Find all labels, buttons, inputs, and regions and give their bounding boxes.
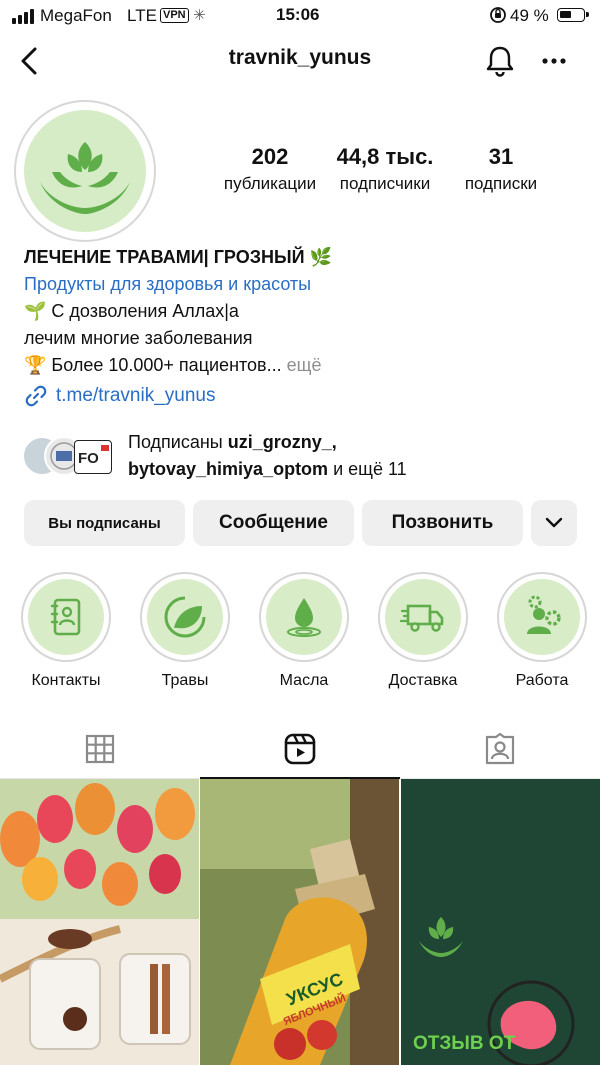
- following-count[interactable]: 31 подписки: [446, 144, 556, 194]
- message-button[interactable]: Сообщение: [193, 500, 354, 546]
- posts-count-value: 202: [251, 144, 289, 169]
- bio-line: 🏆 Более 10.000+ пациентов... ещё: [24, 352, 321, 379]
- posts-count-label: публикации: [223, 174, 317, 193]
- contacts-icon: [50, 598, 81, 636]
- orientation-lock-icon: [489, 6, 507, 29]
- review-post-image: ОТЗЫВ ОТ: [401, 779, 600, 1065]
- post-review-text: ОТЗЫВ ОТ: [413, 1033, 516, 1054]
- followed-by-user: uzi_grozny_,: [227, 432, 337, 452]
- highlight-label: Доставка: [388, 672, 458, 689]
- highlight-delivery[interactable]: Доставка: [363, 572, 483, 690]
- tagged-icon: [485, 733, 515, 765]
- battery-percent: 49 %: [510, 6, 549, 25]
- worker-gear-icon: [527, 595, 561, 634]
- call-button[interactable]: Позвонить: [362, 500, 523, 546]
- profile-link[interactable]: t.me/travnik_yunus: [24, 384, 215, 408]
- post-thumbnail[interactable]: УКСУС ЯБЛОЧНЫЙ: [200, 779, 399, 1065]
- bell-icon: [486, 46, 514, 77]
- followers-count-value: 44,8 тыс.: [336, 144, 434, 169]
- leaf-icon: [164, 596, 206, 638]
- loading-icon: ✳: [193, 7, 206, 24]
- followed-by-user: bytovay_himiya_optom: [128, 459, 329, 479]
- grid-icon: [85, 734, 115, 764]
- status-time: 15:06: [276, 5, 320, 24]
- truck-icon: [399, 604, 444, 632]
- reels-icon: [284, 733, 316, 765]
- highlight-work[interactable]: Работа: [482, 572, 600, 690]
- profile-name: ЛЕЧЕНИЕ ТРАВАМИ| ГРОЗНЫЙ 🌿: [24, 247, 332, 267]
- followers-count-label: подписчики: [339, 174, 431, 193]
- bio-line: лечим многие заболевания: [24, 328, 253, 348]
- more-options-button[interactable]: [540, 50, 570, 72]
- post-thumbnail[interactable]: ОТЗЫВ ОТ: [401, 779, 600, 1065]
- notifications-button[interactable]: [484, 44, 516, 78]
- avatar: FO: [74, 440, 112, 474]
- tea-photo-image: [0, 779, 199, 1065]
- profile-tabs: [0, 720, 600, 779]
- followed-by-suffix: и ещё 11: [328, 459, 407, 479]
- profile-category: Продукты для здоровья и красоты: [24, 274, 312, 294]
- followed-by-prefix: Подписаны: [128, 432, 228, 452]
- followed-by-avatars[interactable]: FO: [22, 436, 122, 476]
- chevron-down-icon: [545, 517, 563, 528]
- followed-by-text[interactable]: Подписаны uzi_grozny_, bytovay_himiya_op…: [128, 429, 407, 483]
- followers-count[interactable]: 44,8 тыс. подписчики: [329, 144, 441, 194]
- brand-logo-icon: [40, 142, 130, 214]
- highlight-contacts[interactable]: Контакты: [6, 572, 126, 690]
- highlight-label: Масла: [279, 672, 329, 689]
- more-icon: [542, 58, 566, 64]
- following-count-value: 31: [488, 144, 514, 169]
- status-bar: MegaFon LTE VPN ✳ 15:06 49 %: [0, 0, 600, 32]
- highlight-label: Работа: [515, 672, 569, 689]
- signal-icon: [12, 9, 34, 24]
- link-icon: [25, 385, 47, 407]
- profile-link-text: t.me/travnik_yunus: [56, 385, 216, 406]
- highlight-label: Травы: [161, 672, 209, 689]
- carrier-name: MegaFon: [40, 6, 112, 25]
- highlight-oils[interactable]: Масла: [244, 572, 364, 690]
- posts-count: 202 публикации: [214, 144, 326, 194]
- post-thumbnail[interactable]: [0, 779, 199, 1065]
- tab-reels[interactable]: [200, 720, 400, 779]
- tab-tagged[interactable]: [400, 720, 600, 778]
- svg-text:FO: FO: [78, 450, 99, 467]
- highlight-label: Контакты: [31, 672, 101, 689]
- bio-line: 🌱 С дозволения Аллах|а: [24, 301, 239, 321]
- tab-grid[interactable]: [0, 720, 200, 778]
- vinegar-bottle-image: УКСУС ЯБЛОЧНЫЙ: [200, 779, 399, 1065]
- bio-more-link[interactable]: ещё: [282, 355, 322, 375]
- battery-icon: [557, 8, 589, 22]
- following-count-label: подписки: [464, 174, 538, 193]
- posts-grid: УКСУС ЯБЛОЧНЫЙ ОТЗЫВ ОТ: [0, 779, 600, 1065]
- avatar[interactable]: [24, 110, 146, 232]
- vpn-badge: VPN: [160, 8, 189, 23]
- bio-line-text: 🏆 Более 10.000+ пациентов...: [24, 355, 282, 375]
- subscribed-button[interactable]: Вы подписаны: [24, 500, 185, 546]
- highlight-herbs[interactable]: Травы: [125, 572, 245, 690]
- suggestions-button[interactable]: [531, 500, 577, 546]
- oil-drop-icon: [287, 598, 321, 637]
- network-type: LTE: [127, 6, 157, 25]
